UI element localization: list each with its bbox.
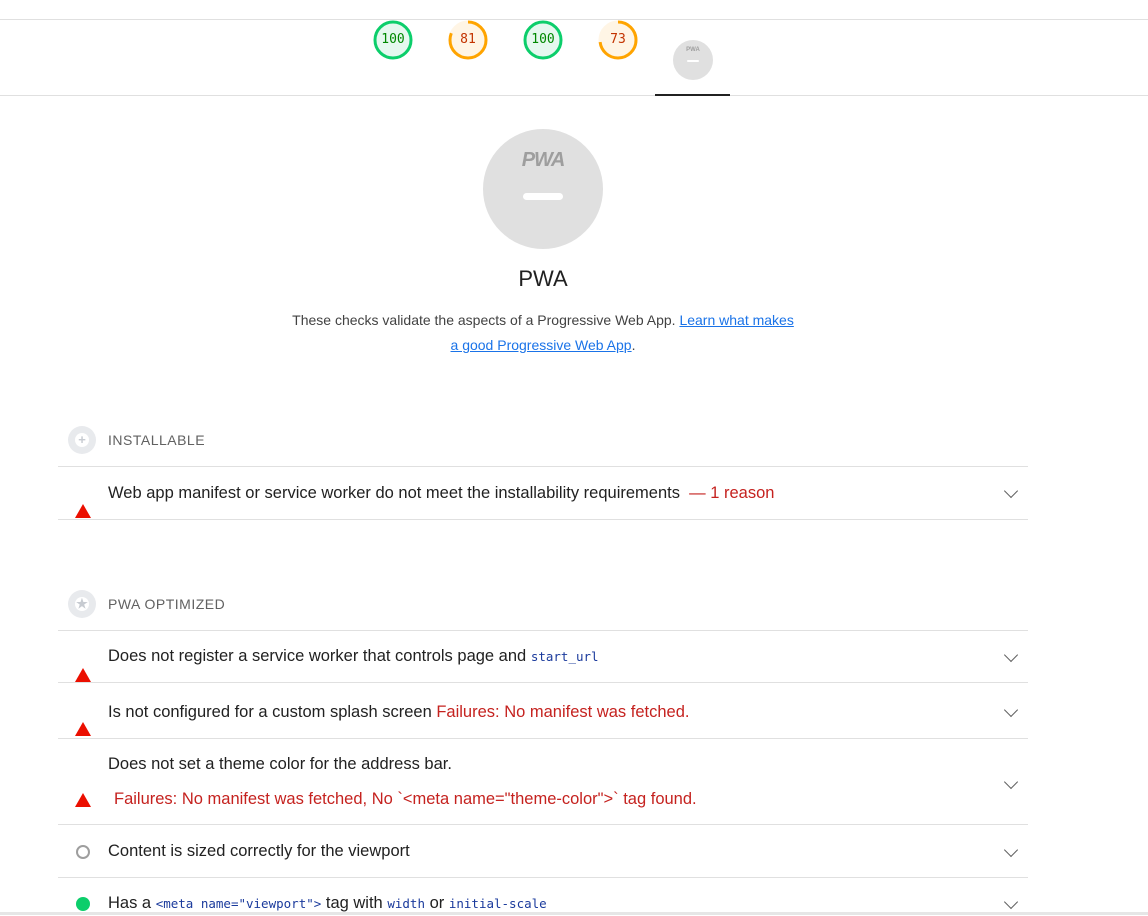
star-icon: ★ [68, 590, 96, 618]
chevron-down-icon[interactable] [1003, 647, 1019, 663]
category-description: These checks validate the aspects of a P… [290, 308, 796, 358]
audit-title: Does not register a service worker that … [108, 647, 599, 665]
audit-service-worker[interactable]: Does not register a service worker that … [58, 630, 1028, 683]
pwa-category-badge: PWA [483, 129, 603, 249]
gauge-score: 73 [610, 32, 626, 47]
description-text: These checks validate the aspects of a P… [292, 312, 676, 328]
audit-content-width[interactable]: Content is sized correctly for the viewp… [58, 824, 1028, 878]
group-label: PWA OPTIMIZED [108, 596, 226, 612]
group-pwa-optimized-header: ★ PWA OPTIMIZED [68, 589, 225, 619]
audit-failure-text: Failures: No manifest was fetched. [436, 703, 690, 721]
group-label: INSTALLABLE [108, 432, 206, 448]
manual-circle-icon [76, 845, 90, 859]
code-start-url: start_url [530, 649, 599, 664]
fail-triangle-icon [75, 776, 91, 807]
score-gauges-bar [0, 20, 1148, 96]
audit-theme-color[interactable]: Does not set a theme color for the addre… [58, 738, 1028, 825]
audit-viewport[interactable]: Has a <meta name="viewport"> tag with wi… [58, 877, 1028, 916]
audit-splash-screen[interactable]: Is not configured for a custom splash sc… [58, 682, 1028, 739]
audit-title: Has a <meta name="viewport"> tag with wi… [108, 894, 547, 912]
pwa-logo-icon: PWA [686, 47, 700, 53]
fail-triangle-icon [75, 705, 91, 736]
code-meta-viewport: <meta name="viewport"> [155, 896, 322, 911]
active-tab-indicator [655, 94, 730, 96]
gauge-score: 100 [531, 32, 555, 47]
audit-reason-count: — 1 reason [689, 484, 775, 502]
audit-failure-text: Failures: No manifest was fetched, No `<… [114, 790, 697, 808]
gauge-seo[interactable]: 73 [598, 20, 638, 60]
description-suffix: . [631, 337, 636, 353]
pwa-logo-icon: PWA [521, 149, 566, 171]
audit-installable-manifest[interactable]: Web app manifest or service worker do no… [58, 466, 1028, 520]
chevron-down-icon[interactable] [1003, 483, 1019, 499]
pass-circle-icon [76, 897, 90, 911]
plus-icon: + [68, 426, 96, 454]
dash-icon [687, 60, 699, 62]
group-installable-header: + INSTALLABLE [68, 425, 205, 455]
gauge-best-practices[interactable]: 100 [523, 20, 563, 60]
chevron-down-icon[interactable] [1003, 842, 1019, 858]
code-width: width [387, 896, 425, 911]
fail-triangle-icon [75, 487, 91, 518]
audit-title: Does not set a theme color for the addre… [108, 755, 452, 773]
fail-triangle-icon [75, 651, 91, 682]
chevron-down-icon[interactable] [1003, 774, 1019, 790]
chevron-down-icon[interactable] [1003, 702, 1019, 718]
audit-title: Web app manifest or service worker do no… [108, 484, 775, 502]
audit-title: Content is sized correctly for the viewp… [108, 842, 410, 860]
gauge-pwa[interactable]: PWA [673, 40, 713, 80]
code-initial-scale: initial-scale [448, 896, 547, 911]
gauge-performance[interactable]: 100 [373, 20, 413, 60]
audit-title: Is not configured for a custom splash sc… [108, 703, 690, 721]
dash-icon [523, 193, 563, 200]
gauge-accessibility[interactable]: 81 [448, 20, 488, 60]
gauge-score: 100 [381, 32, 405, 47]
chevron-down-icon[interactable] [1003, 894, 1019, 910]
category-title: PWA [518, 266, 568, 291]
gauge-score: 81 [460, 32, 476, 47]
